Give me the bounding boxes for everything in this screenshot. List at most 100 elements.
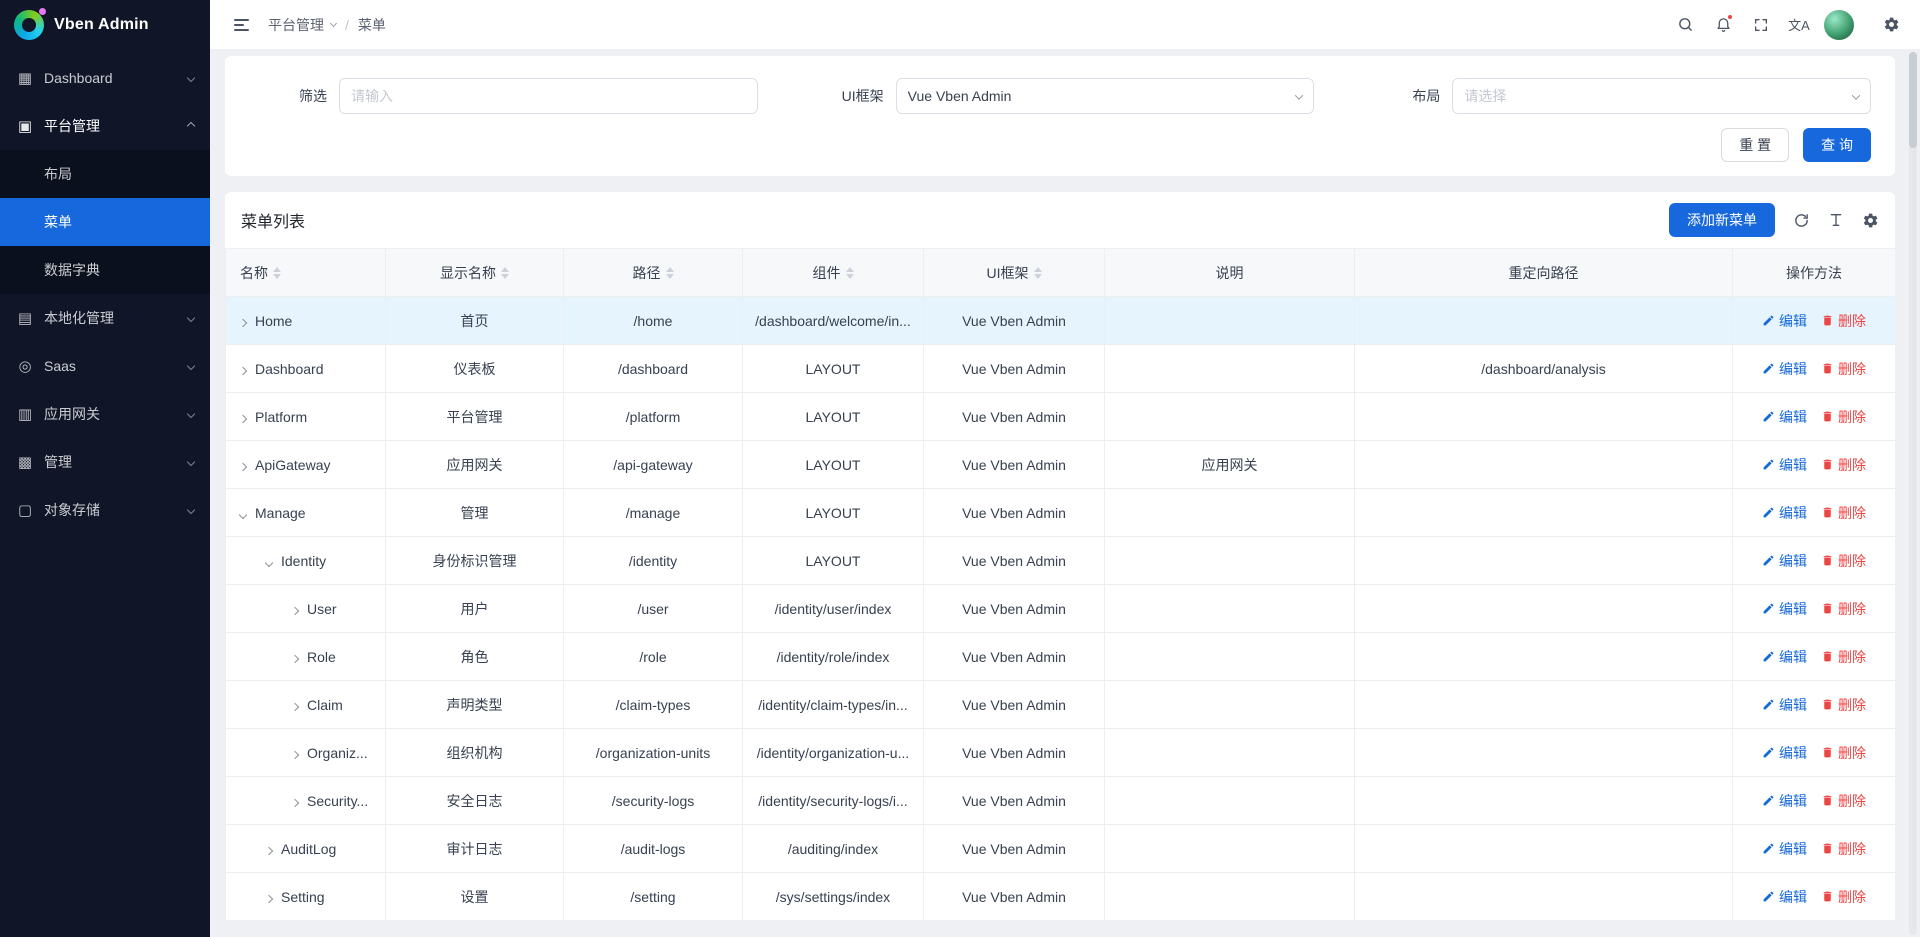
edit-button[interactable]: 编辑	[1762, 599, 1807, 619]
table-row[interactable]: AuditLog 审计日志 /audit-logs /auditing/inde…	[226, 825, 1896, 873]
notifications-button[interactable]	[1706, 8, 1740, 42]
row-expand-icon[interactable]	[240, 505, 246, 521]
scrollbar-thumb[interactable]	[1909, 52, 1917, 148]
column-header[interactable]: 路径	[564, 249, 743, 297]
delete-button[interactable]: 删除	[1821, 455, 1866, 475]
column-header[interactable]: 说明	[1105, 249, 1355, 297]
edit-button[interactable]: 编辑	[1762, 743, 1807, 763]
table-row[interactable]: Manage 管理 /manage LAYOUT Vue Vben Admin …	[226, 489, 1896, 537]
sidebar-item[interactable]: ▥ 应用网关	[0, 390, 210, 438]
column-header[interactable]: 组件	[743, 249, 924, 297]
edit-button[interactable]: 编辑	[1762, 455, 1807, 475]
row-expand-icon[interactable]	[266, 553, 272, 569]
table-row[interactable]: Dashboard 仪表板 /dashboard LAYOUT Vue Vben…	[226, 345, 1896, 393]
layout-select[interactable]	[1452, 78, 1871, 114]
delete-button[interactable]: 删除	[1821, 839, 1866, 859]
sort-icons[interactable]	[1034, 267, 1042, 279]
sidebar-subitem[interactable]: 菜单	[0, 198, 210, 246]
sort-icons[interactable]	[846, 267, 854, 279]
row-expand-icon[interactable]	[266, 889, 272, 905]
table-row[interactable]: Claim 声明类型 /claim-types /identity/claim-…	[226, 681, 1896, 729]
delete-button[interactable]: 删除	[1821, 503, 1866, 523]
sidebar-item[interactable]: ▦ Dashboard	[0, 54, 210, 102]
table-row[interactable]: Setting 设置 /setting /sys/settings/index …	[226, 873, 1896, 921]
column-header[interactable]: 显示名称	[386, 249, 564, 297]
table-row[interactable]: Security... 安全日志 /security-logs /identit…	[226, 777, 1896, 825]
sidebar-item[interactable]: ▤ 本地化管理	[0, 294, 210, 342]
breadcrumb-parent[interactable]: 平台管理	[268, 15, 336, 35]
sidebar-item[interactable]: ▩ 管理	[0, 438, 210, 486]
edit-button[interactable]: 编辑	[1762, 551, 1807, 571]
table-row[interactable]: ApiGateway 应用网关 /api-gateway LAYOUT Vue …	[226, 441, 1896, 489]
delete-button[interactable]: 删除	[1821, 743, 1866, 763]
delete-button[interactable]: 删除	[1821, 695, 1866, 715]
table-row[interactable]: Platform 平台管理 /platform LAYOUT Vue Vben …	[226, 393, 1896, 441]
app-logo[interactable]: Vben Admin	[0, 0, 210, 50]
sidebar-item[interactable]: ▣ 平台管理	[0, 102, 210, 150]
add-menu-button[interactable]: 添加新菜单	[1669, 203, 1775, 237]
column-header[interactable]: 名称	[226, 249, 386, 297]
sidebar-item[interactable]: ◎ Saas	[0, 342, 210, 390]
row-expand-icon[interactable]	[292, 697, 298, 713]
delete-button[interactable]: 删除	[1821, 647, 1866, 667]
row-expand-icon[interactable]	[240, 361, 246, 377]
edit-button[interactable]: 编辑	[1762, 839, 1807, 859]
pencil-icon	[1762, 554, 1775, 567]
delete-button[interactable]: 删除	[1821, 407, 1866, 427]
fullscreen-button[interactable]	[1744, 8, 1778, 42]
search-button[interactable]	[1668, 8, 1702, 42]
table-row[interactable]: Home 首页 /home /dashboard/welcome/in... V…	[226, 297, 1896, 345]
filter-field: 布局	[1362, 78, 1871, 114]
row-expand-icon[interactable]	[240, 457, 246, 473]
vertical-scrollbar[interactable]	[1909, 52, 1917, 935]
row-expand-icon[interactable]	[292, 649, 298, 665]
sidebar-subitem[interactable]: 布局	[0, 150, 210, 198]
row-expand-icon[interactable]	[240, 313, 246, 329]
edit-button[interactable]: 编辑	[1762, 887, 1807, 907]
ui-framework-select[interactable]	[896, 78, 1315, 114]
column-header[interactable]: 操作方法	[1733, 249, 1896, 297]
delete-button[interactable]: 删除	[1821, 791, 1866, 811]
edit-button[interactable]: 编辑	[1762, 503, 1807, 523]
table-row[interactable]: Role 角色 /role /identity/role/index Vue V…	[226, 633, 1896, 681]
edit-button[interactable]: 编辑	[1762, 695, 1807, 715]
delete-button[interactable]: 删除	[1821, 551, 1866, 571]
row-expand-icon[interactable]	[292, 793, 298, 809]
sort-icons[interactable]	[666, 267, 674, 279]
row-height-button[interactable]	[1828, 212, 1844, 228]
delete-button[interactable]: 删除	[1821, 359, 1866, 379]
table-row[interactable]: Organiz... 组织机构 /organization-units /ide…	[226, 729, 1896, 777]
row-expand-icon[interactable]	[266, 841, 272, 857]
breadcrumb: 平台管理 / 菜单	[268, 15, 386, 35]
sort-icons[interactable]	[501, 267, 509, 279]
delete-button[interactable]: 删除	[1821, 887, 1866, 907]
filter-input[interactable]	[339, 78, 758, 114]
edit-button[interactable]: 编辑	[1762, 407, 1807, 427]
edit-button[interactable]: 编辑	[1762, 647, 1807, 667]
user-avatar[interactable]	[1824, 10, 1854, 40]
row-expand-icon[interactable]	[292, 601, 298, 617]
refresh-button[interactable]	[1793, 212, 1810, 229]
sidebar-subitem[interactable]: 数据字典	[0, 246, 210, 294]
table-row[interactable]: User 用户 /user /identity/user/index Vue V…	[226, 585, 1896, 633]
trash-icon	[1821, 314, 1834, 327]
row-expand-icon[interactable]	[292, 745, 298, 761]
reset-button[interactable]: 重 置	[1721, 128, 1789, 162]
sidebar-item[interactable]: ▢ 对象存储	[0, 486, 210, 534]
edit-button[interactable]: 编辑	[1762, 311, 1807, 331]
language-button[interactable]: 文A	[1782, 8, 1816, 42]
settings-button[interactable]	[1874, 8, 1908, 42]
sort-desc-icon	[501, 274, 509, 279]
delete-button[interactable]: 删除	[1821, 311, 1866, 331]
search-submit-button[interactable]: 查 询	[1803, 128, 1871, 162]
row-expand-icon[interactable]	[240, 409, 246, 425]
table-row[interactable]: Identity 身份标识管理 /identity LAYOUT Vue Vbe…	[226, 537, 1896, 585]
edit-button[interactable]: 编辑	[1762, 791, 1807, 811]
sidebar-collapse-button[interactable]	[224, 8, 258, 42]
edit-button[interactable]: 编辑	[1762, 359, 1807, 379]
column-settings-button[interactable]	[1862, 212, 1879, 229]
sort-icons[interactable]	[273, 267, 281, 279]
column-header[interactable]: 重定向路径	[1355, 249, 1733, 297]
column-header[interactable]: UI框架	[924, 249, 1105, 297]
delete-button[interactable]: 删除	[1821, 599, 1866, 619]
